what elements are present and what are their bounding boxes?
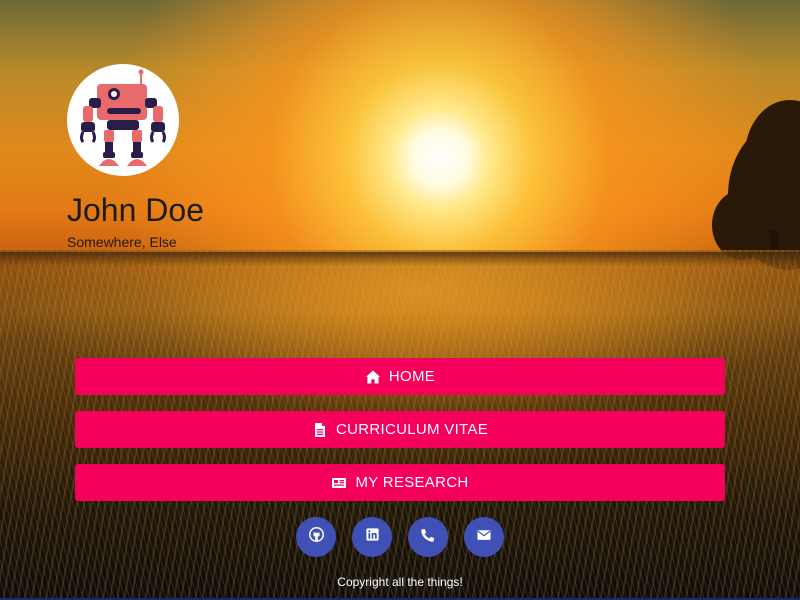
linkedin-link[interactable]	[352, 517, 392, 557]
email-link[interactable]	[464, 517, 504, 557]
horizon-line	[0, 252, 800, 266]
newspaper-icon	[331, 475, 347, 491]
phone-link[interactable]	[408, 517, 448, 557]
github-link[interactable]	[296, 517, 336, 557]
avatar	[67, 64, 179, 176]
linkedin-icon	[365, 528, 379, 546]
copyright-text: Copyright all the things!	[337, 575, 463, 589]
profile-location: Somewhere, Else	[67, 234, 177, 250]
email-icon	[477, 528, 491, 547]
github-icon	[308, 527, 324, 547]
home-button-label: HOME	[388, 368, 436, 385]
curriculum-vitae-button-label: CURRICULUM VITAE	[335, 421, 489, 438]
my-research-button-label: MY RESEARCH	[355, 474, 469, 491]
my-research-button[interactable]: MY RESEARCH	[75, 464, 725, 501]
home-button[interactable]: HOME	[75, 358, 725, 395]
curriculum-vitae-button[interactable]: CURRICULUM VITAE	[75, 411, 725, 448]
home-icon	[365, 369, 381, 385]
robot-icon	[80, 69, 166, 166]
phone-icon	[421, 528, 435, 547]
file-icon	[312, 422, 328, 438]
profile-name: John Doe	[67, 192, 204, 228]
